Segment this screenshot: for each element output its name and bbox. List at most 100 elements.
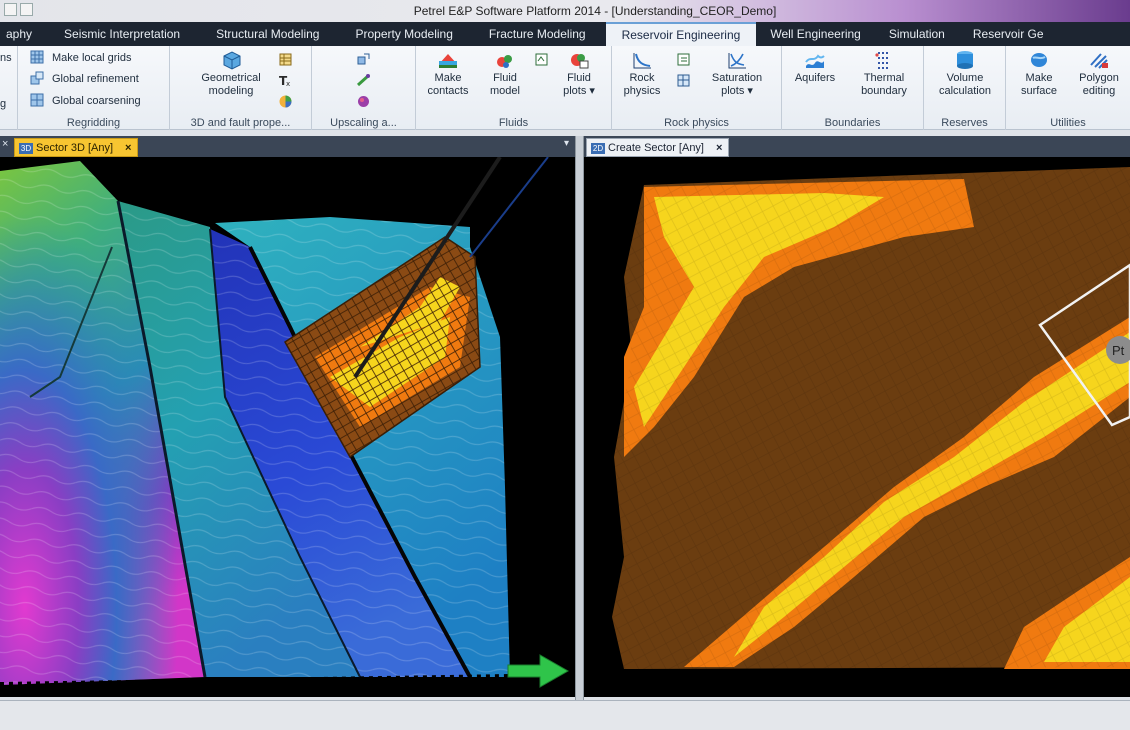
dropdown-arrow-icon: ▾	[586, 85, 595, 97]
relative-perm-icon[interactable]	[676, 73, 691, 88]
color-wheel-icon[interactable]	[278, 94, 293, 109]
save-icon[interactable]	[4, 3, 17, 16]
aquifers-label: Aquifers	[794, 72, 836, 84]
aquifers-button[interactable]: Aquifers	[786, 50, 844, 85]
ribbon-group-rock-physics: Rock physics Saturation plots ▾ Rock phy…	[612, 46, 782, 130]
ribbon-group-reserves: Volume calculation Reserves	[924, 46, 1006, 130]
make-contacts-label: Make contacts	[427, 72, 469, 97]
polygon-editing-button[interactable]: Polygon editing	[1070, 50, 1128, 98]
left-document-tabs: × 3D Sector 3D [Any] × ▾	[0, 136, 575, 157]
viewport-2d[interactable]: Pt	[584, 157, 1130, 697]
petrel-window: Petrel E&P Software Platform 2014 - [Und…	[0, 0, 1130, 730]
global-refinement-label: Global refinement	[52, 73, 139, 85]
ribbon: ns g Make local grids Global refinement …	[0, 46, 1130, 130]
tab-property-modeling[interactable]: Property Modeling	[333, 22, 466, 46]
upscale-arrow-icon[interactable]	[356, 73, 371, 88]
close-icon[interactable]: ×	[2, 138, 8, 150]
volume-calculation-button[interactable]: Volume calculation	[928, 50, 1002, 98]
volume-calculation-label: Volume calculation	[939, 72, 991, 97]
geometrical-modeling-button[interactable]: Geometrical modeling	[188, 50, 274, 98]
fluid-plot-icon	[571, 54, 589, 69]
refine-grid-icon	[30, 71, 44, 85]
tab-list-icon[interactable]: ▾	[564, 138, 569, 149]
ribbon-group-utilities: Make surface Polygon editing Utilities	[1006, 46, 1130, 130]
make-surface-label: Make surface	[1020, 72, 1058, 97]
ribbon-group-boundaries: Aquifers Thermal boundary Boundaries	[782, 46, 924, 130]
database-cylinder-icon	[957, 51, 973, 69]
polygon-edit-icon	[1090, 53, 1108, 69]
window-3d-icon: 3D	[19, 142, 33, 154]
group-label-fluids: Fluids	[498, 117, 529, 129]
tab-geography[interactable]: aphy	[0, 22, 38, 46]
ribbon-group-regridding: Make local grids Global refinement Globa…	[18, 46, 170, 130]
make-surface-button[interactable]: Make surface	[1010, 50, 1068, 98]
make-local-grids-button[interactable]: Make local grids	[30, 50, 132, 64]
right-document-tabs: 2D Create Sector [Any] ×	[584, 136, 1130, 157]
tab-sector-3d[interactable]: 3D Sector 3D [Any] ×	[14, 138, 139, 157]
fluid-model-label: Fluid model	[490, 72, 520, 97]
tab-reservoir-geomechanics[interactable]: Reservoir Ge	[959, 22, 1058, 46]
group-label-utilities: Utilities	[1050, 117, 1086, 129]
cut-label-2[interactable]: g	[0, 98, 6, 110]
table-icon[interactable]	[278, 52, 293, 67]
ribbon-tab-bar: aphy Seismic Interpretation Structural M…	[0, 22, 1130, 46]
group-label-fault: 3D and fault prope...	[190, 117, 291, 129]
dropdown-arrow-icon: ▾	[744, 85, 753, 97]
tab-create-sector-label: Create Sector [Any]	[608, 142, 704, 154]
saturation-plots-button[interactable]: Saturation plots ▾	[700, 50, 774, 98]
create-sector-map: Pt	[612, 167, 1130, 669]
thermal-boundary-label: Thermal boundary	[861, 72, 907, 97]
global-refinement-button[interactable]: Global refinement	[30, 71, 139, 85]
cut-label-1[interactable]: ns	[0, 52, 12, 64]
tab-structural-modeling[interactable]: Structural Modeling	[194, 22, 333, 46]
rock-physics-button[interactable]: Rock physics	[616, 50, 668, 98]
saturation-plot-icon	[728, 53, 746, 69]
tab-well-engineering[interactable]: Well Engineering	[756, 22, 875, 46]
sector-3d-scene	[0, 157, 570, 688]
polygon-editing-label: Polygon editing	[1079, 72, 1119, 97]
group-label-upscaling: Upscaling a...	[330, 117, 397, 129]
window-2d-icon: 2D	[591, 142, 605, 154]
grid-icon	[30, 50, 44, 64]
well-trajectory-2	[469, 157, 549, 258]
undo-icon[interactable]	[20, 3, 33, 16]
group-label-rock-physics: Rock physics	[664, 117, 729, 129]
rock-physics-label: Rock physics	[623, 72, 661, 97]
surface-icon	[1031, 53, 1047, 67]
make-local-grids-label: Make local grids	[52, 52, 132, 64]
tab-fracture-modeling[interactable]: Fracture Modeling	[467, 22, 600, 46]
tab-simulation[interactable]: Simulation	[875, 22, 959, 46]
fluid-table-icon[interactable]	[534, 52, 549, 67]
close-tab-icon[interactable]: ×	[125, 142, 131, 154]
text-format-icon[interactable]: Tx	[278, 73, 293, 88]
global-coarsening-button[interactable]: Global coarsening	[30, 93, 141, 107]
viewport-3d[interactable]	[0, 157, 575, 697]
group-label-reserves: Reserves	[941, 117, 988, 129]
close-tab-icon[interactable]: ×	[716, 142, 722, 154]
ribbon-group-fluids: Make contacts Fluid model Fluid plots ▾ …	[416, 46, 612, 130]
global-coarsening-label: Global coarsening	[52, 95, 141, 107]
tab-seismic-interpretation[interactable]: Seismic Interpretation	[38, 22, 194, 46]
thermal-boundary-button[interactable]: Thermal boundary	[848, 50, 920, 98]
tab-create-sector[interactable]: 2D Create Sector [Any] ×	[586, 138, 730, 157]
group-label-boundaries: Boundaries	[824, 117, 881, 129]
property-upscale-icon[interactable]	[356, 94, 371, 109]
viewport-splitter[interactable]	[575, 136, 584, 700]
thermal-boundary-icon	[875, 52, 890, 69]
upscale-icon[interactable]	[356, 52, 371, 67]
make-contacts-button[interactable]: Make contacts	[418, 50, 478, 98]
ribbon-group-cut: ns g	[0, 46, 18, 130]
cube-icon	[223, 51, 241, 70]
ribbon-group-upscaling: Upscaling a...	[312, 46, 416, 130]
quick-access-toolbar	[4, 3, 33, 19]
fluid-model-button[interactable]: Fluid model	[482, 50, 528, 98]
ribbon-group-fault: Geometrical modeling Tx 3D and fault pro…	[170, 46, 312, 130]
group-label-regridding: Regridding	[66, 117, 121, 129]
fluid-plots-button[interactable]: Fluid plots ▾	[554, 50, 604, 98]
tab-reservoir-engineering[interactable]: Reservoir Engineering	[605, 22, 757, 46]
window-title: Petrel E&P Software Platform 2014 - [Und…	[413, 4, 777, 18]
geometrical-modeling-label: Geometrical modeling	[201, 72, 261, 97]
axis-arrow-icon[interactable]	[507, 654, 570, 688]
tab-sector-3d-label: Sector 3D [Any]	[36, 142, 114, 154]
rock-table-icon[interactable]	[676, 52, 691, 67]
